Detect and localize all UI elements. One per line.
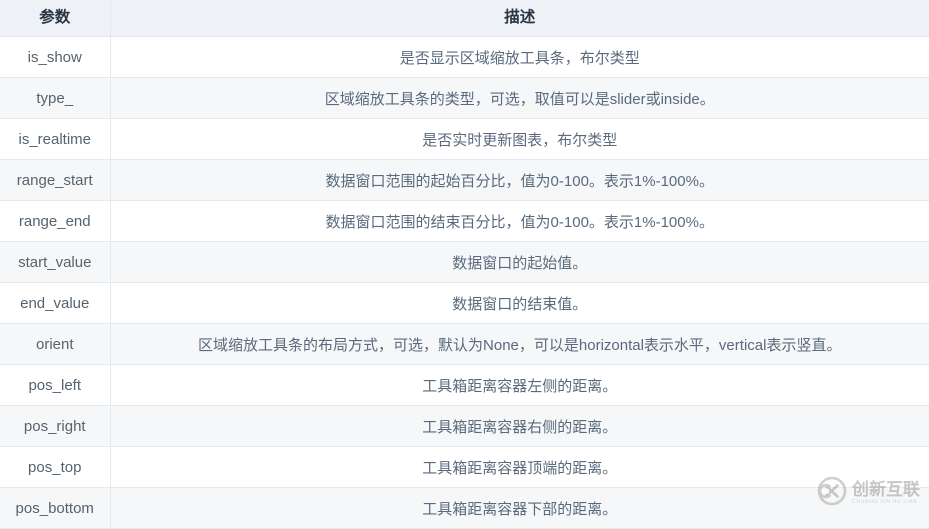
table-row: type_ 区域缩放工具条的类型，可选，取值可以是slider或inside。 (0, 77, 929, 119)
cell-parameter-name: end_value (0, 282, 111, 324)
table-body: is_show 是否显示区域缩放工具条，布尔类型 type_ 区域缩放工具条的类型，可… (0, 36, 929, 529)
table-row: range_start 数据窗口范围的起始百分比，值为0-100。表示1%-100… (0, 159, 929, 201)
cell-parameter-description: 区域缩放工具条的布局方式，可选，默认为None，可以是horizontal表示水… (110, 323, 929, 365)
table-row: pos_bottom 工具箱距离容器下部的距离。 (0, 487, 929, 529)
table-row: orient 区域缩放工具条的布局方式，可选，默认为None，可以是horizon… (0, 323, 929, 365)
cell-parameter-name: pos_right (0, 405, 111, 447)
table-row: end_value 数据窗口的结束值。 (0, 282, 929, 324)
table-row: pos_left 工具箱距离容器左侧的距离。 (0, 364, 929, 406)
table-row: start_value 数据窗口的起始值。 (0, 241, 929, 283)
column-header-description: 描述 (110, 0, 929, 37)
cell-parameter-description: 是否显示区域缩放工具条，布尔类型 (110, 36, 929, 78)
cell-parameter-name: is_show (0, 36, 111, 78)
table-header: 参数 描述 (0, 0, 929, 37)
table-row: is_show 是否显示区域缩放工具条，布尔类型 (0, 36, 929, 78)
cell-parameter-description: 区域缩放工具条的类型，可选，取值可以是slider或inside。 (110, 77, 929, 119)
table-row: pos_top 工具箱距离容器顶端的距离。 (0, 446, 929, 488)
table-row: is_realtime 是否实时更新图表，布尔类型 (0, 118, 929, 160)
cell-parameter-description: 数据窗口的起始值。 (110, 241, 929, 283)
parameter-table: 参数 描述 is_show 是否显示区域缩放工具条，布尔类型 type_ 区域缩放工具… (0, 0, 929, 529)
cell-parameter-description: 数据窗口的结束值。 (110, 282, 929, 324)
cell-parameter-description: 工具箱距离容器下部的距离。 (110, 487, 929, 529)
cell-parameter-name: pos_bottom (0, 487, 111, 529)
cell-parameter-name: orient (0, 323, 111, 365)
cell-parameter-name: pos_top (0, 446, 111, 488)
cell-parameter-description: 工具箱距离容器顶端的距离。 (110, 446, 929, 488)
cell-parameter-name: start_value (0, 241, 111, 283)
cell-parameter-name: is_realtime (0, 118, 111, 160)
cell-parameter-description: 数据窗口范围的起始百分比，值为0-100。表示1%-100%。 (110, 159, 929, 201)
table-header-row: 参数 描述 (0, 0, 929, 37)
table-row: pos_right 工具箱距离容器右侧的距离。 (0, 405, 929, 447)
column-header-parameter: 参数 (0, 0, 111, 37)
cell-parameter-name: pos_left (0, 364, 111, 406)
cell-parameter-name: type_ (0, 77, 111, 119)
cell-parameter-description: 工具箱距离容器左侧的距离。 (110, 364, 929, 406)
cell-parameter-description: 数据窗口范围的结束百分比，值为0-100。表示1%-100%。 (110, 200, 929, 242)
table-row: range_end 数据窗口范围的结束百分比，值为0-100。表示1%-100%。 (0, 200, 929, 242)
cell-parameter-description: 工具箱距离容器右侧的距离。 (110, 405, 929, 447)
cell-parameter-name: range_start (0, 159, 111, 201)
cell-parameter-name: range_end (0, 200, 111, 242)
cell-parameter-description: 是否实时更新图表，布尔类型 (110, 118, 929, 160)
